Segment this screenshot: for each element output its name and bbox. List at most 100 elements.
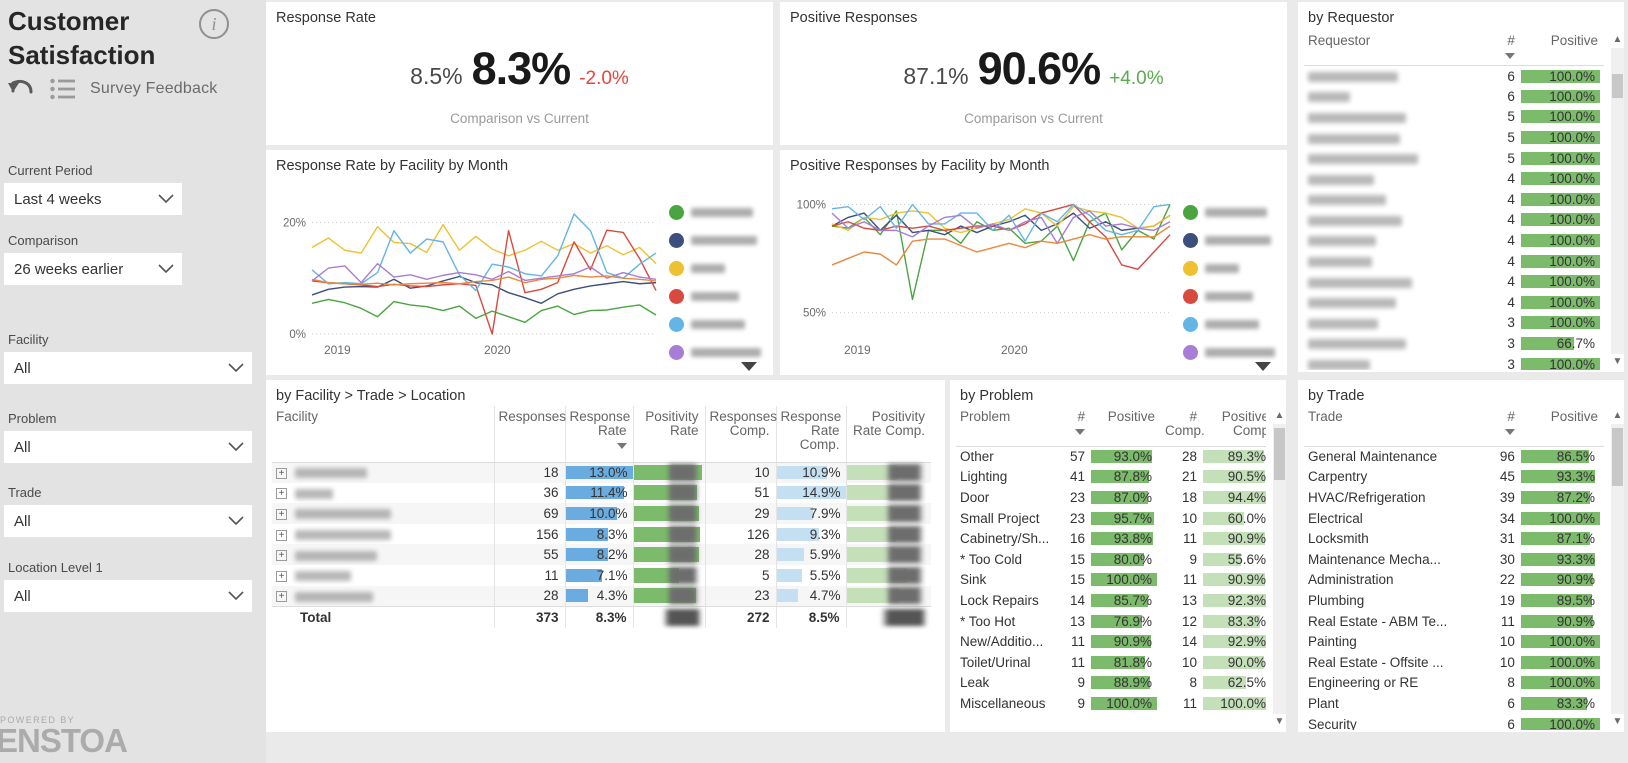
column-header-responses-comp[interactable]: Responses Comp. [704,406,777,463]
table-row[interactable]: 3 100.0% [1304,313,1604,334]
table-row[interactable]: Real Estate - ABM Te... 11 90.9% [1304,611,1604,632]
cell-facility[interactable]: + [272,524,494,545]
cell-requestor[interactable] [1304,292,1476,313]
cell-problem[interactable]: Sink [956,570,1061,591]
cell-problem[interactable]: Cabinetry/Sh... [956,528,1061,549]
table-row[interactable]: Plumbing 19 89.5% [1304,590,1604,611]
table-row[interactable]: +156 8.3% 126 9.3% [272,523,931,545]
cell-trade[interactable]: Carpentry [1304,467,1476,488]
cell-problem[interactable]: * Too Cold [956,549,1061,570]
cell-problem[interactable]: Leak [956,673,1061,694]
column-header-positivity-rate-comp[interactable]: Positivity Rate Comp. [845,406,931,463]
cell-requestor[interactable] [1304,168,1476,189]
table-row[interactable]: Engineering or RE 8 100.0% [1304,673,1604,694]
cell-problem[interactable]: Lock Repairs [956,590,1061,611]
cell-problem[interactable]: Miscellaneous [956,693,1061,714]
scroll-up-icon[interactable]: ▲ [1611,32,1624,48]
column-header-positive[interactable]: Positive [1520,406,1604,447]
table-row[interactable]: +18 13.0% 10 10.9% [272,462,931,483]
scroll-down-icon[interactable]: ▼ [1273,714,1286,730]
cell-requestor[interactable] [1304,210,1476,231]
cell-problem[interactable]: * Too Hot [956,611,1061,632]
table-row[interactable]: 5 100.0% [1304,127,1604,148]
table-row[interactable]: Toilet/Urinal 11 81.8% 10 90.0% [956,652,1266,673]
table-row[interactable]: * Too Cold 15 80.0% 9 55.6% [956,549,1266,570]
cell-problem[interactable]: Lighting [956,467,1061,488]
cell-requestor[interactable] [1304,313,1476,334]
table-row[interactable]: 4 100.0% [1304,189,1604,210]
table-row[interactable]: Door 23 87.0% 18 94.4% [956,487,1266,508]
column-header-positive[interactable]: Positive [1091,406,1161,447]
column-header-response-rate[interactable]: Response Rate [564,406,633,463]
expand-icon[interactable]: + [276,529,287,541]
cell-facility[interactable]: + [272,544,494,565]
cell-trade[interactable]: Maintenance Mecha... [1304,549,1476,570]
column-header-count[interactable]: # [1476,30,1521,66]
legend-item[interactable] [1183,198,1279,226]
table-row[interactable]: Small Project 23 95.7% 10 60.0% [956,508,1266,529]
legend-item[interactable] [669,310,765,338]
cell-trade[interactable]: Engineering or RE [1304,673,1476,694]
table-row[interactable]: Lock Repairs 14 85.7% 13 92.3% [956,590,1266,611]
cell-trade[interactable]: HVAC/Refrigeration [1304,487,1476,508]
scroll-up-icon[interactable]: ▲ [1273,408,1286,424]
legend-item[interactable] [669,282,765,310]
requestor-scrollbar[interactable]: ▲ ▼ [1611,32,1624,370]
table-row[interactable]: +36 11.4% 51 14.9% [272,482,931,504]
cell-trade[interactable]: Painting [1304,631,1476,652]
filter-dropdown[interactable]: All [4,431,252,463]
table-row[interactable]: 3 66.7% [1304,333,1604,354]
table-row[interactable]: 4 100.0% [1304,210,1604,231]
table-row[interactable]: Locksmith 31 87.1% [1304,528,1604,549]
column-header-positivity-rate[interactable]: Positivity Rate [632,406,705,463]
table-row[interactable]: +69 10.0% 29 7.9% [272,503,931,524]
column-header-positive-comp[interactable]: Positive Comp [1203,406,1266,447]
table-row[interactable]: Administration 22 90.9% [1304,570,1604,591]
expand-icon[interactable]: + [276,508,287,520]
legend-item[interactable] [669,226,765,254]
cell-requestor[interactable] [1304,271,1476,292]
table-row[interactable]: 4 100.0% [1304,168,1604,189]
table-row[interactable]: Sink 15 100.0% 11 90.9% [956,570,1266,591]
cell-requestor[interactable] [1304,107,1476,128]
table-row[interactable]: 4 100.0% [1304,251,1604,272]
cell-problem[interactable]: New/Additio... [956,631,1061,652]
cell-requestor[interactable] [1304,189,1476,210]
expand-icon[interactable]: + [276,467,287,479]
legend-expand-icon[interactable] [741,362,757,371]
expand-icon[interactable]: + [276,570,287,582]
filter-dropdown[interactable]: 26 weeks earlier [4,253,182,285]
cell-requestor[interactable] [1304,333,1476,354]
cell-facility[interactable]: + [272,586,494,607]
cell-trade[interactable]: General Maintenance [1304,446,1476,467]
cell-problem[interactable]: Toilet/Urinal [956,652,1061,673]
table-row[interactable]: Electrical 34 100.0% [1304,508,1604,529]
legend-item[interactable] [1183,226,1279,254]
table-row[interactable]: Lighting 41 87.8% 21 90.5% [956,467,1266,488]
cell-requestor[interactable] [1304,148,1476,169]
expand-icon[interactable]: + [276,488,287,500]
cell-trade[interactable]: Administration [1304,570,1476,591]
table-row[interactable]: 5 100.0% [1304,107,1604,128]
cell-problem[interactable]: Other [956,446,1061,467]
cell-facility[interactable]: + [272,565,494,586]
list-icon[interactable] [50,78,76,100]
table-row[interactable]: 6 100.0% [1304,66,1604,87]
legend-expand-icon[interactable] [1255,362,1271,371]
column-header-count[interactable]: # [1476,406,1521,447]
cell-trade[interactable]: Security [1304,714,1476,730]
scroll-down-icon[interactable]: ▼ [1611,714,1624,730]
column-header-count-comp[interactable]: # Comp. [1161,406,1205,447]
legend-item[interactable] [669,198,765,226]
table-row[interactable]: Plant 6 83.3% [1304,693,1604,714]
legend-item[interactable] [669,254,765,282]
filter-dropdown[interactable]: All [4,580,252,612]
column-header-response-rate-comp[interactable]: Response Rate Comp. [775,406,846,463]
cell-facility[interactable]: + [272,462,494,483]
column-header-positive[interactable]: Positive [1520,30,1604,66]
cell-requestor[interactable] [1304,86,1476,107]
table-row[interactable]: Real Estate - Offsite ... 10 100.0% [1304,652,1604,673]
cell-problem[interactable]: Door [956,487,1061,508]
table-row[interactable]: Carpentry 45 93.3% [1304,467,1604,488]
column-header-problem[interactable]: Problem [956,406,1061,447]
